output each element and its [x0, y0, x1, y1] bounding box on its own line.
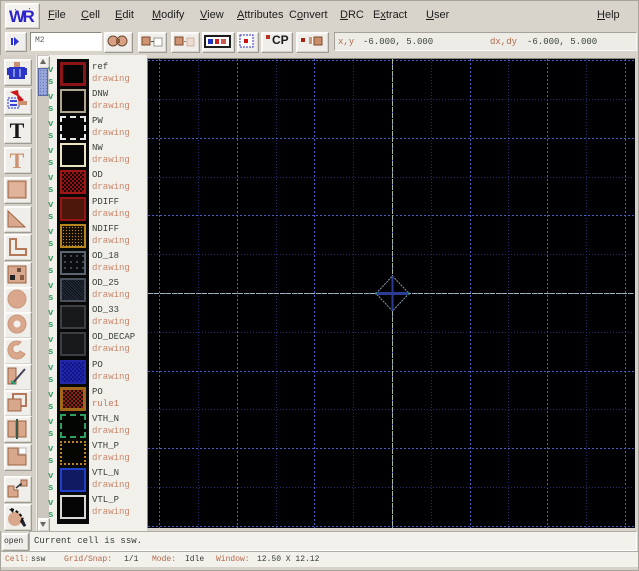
svg-text:T: T — [10, 148, 25, 171]
svg-text:T: T — [10, 118, 25, 141]
